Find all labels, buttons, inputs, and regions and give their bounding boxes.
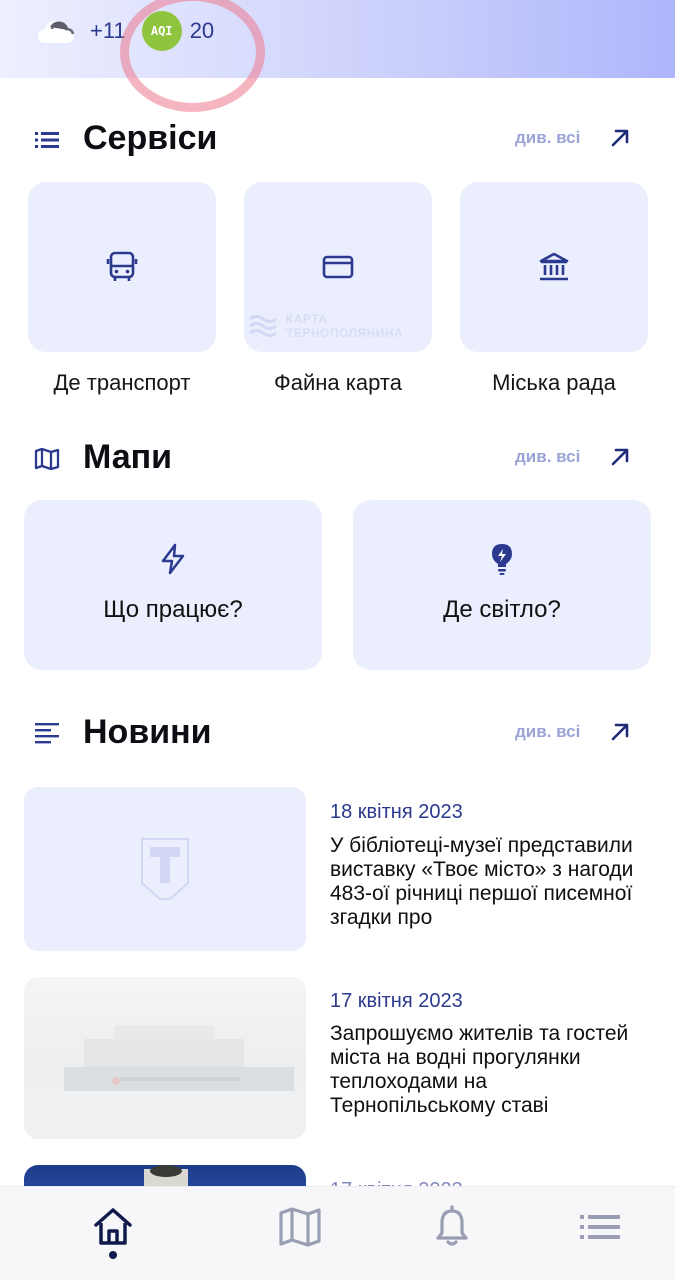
city-logo-icon bbox=[141, 838, 189, 900]
card-icon bbox=[322, 255, 354, 279]
bus-icon bbox=[106, 251, 138, 281]
watermark-line2: ТЕРНОПОЛЯНИНА bbox=[286, 326, 404, 340]
map-label-where-light: Де світло? bbox=[443, 596, 561, 623]
service-tile-city-council[interactable] bbox=[460, 182, 648, 352]
service-label-transport: Де транспорт bbox=[53, 370, 191, 395]
card-watermark: КАРТА ТЕРНОПОЛЯНИНА bbox=[248, 312, 403, 340]
service-label-card: Файна карта bbox=[274, 370, 402, 395]
news-lines-icon bbox=[35, 723, 59, 744]
news-headline[interactable]: Запрошуємо жителів та гостей міста на во… bbox=[330, 1022, 640, 1118]
news-see-all-link[interactable]: див. всі bbox=[515, 722, 580, 742]
news-title: Новини bbox=[83, 713, 212, 751]
services-see-all-link[interactable]: див. всі bbox=[515, 128, 580, 148]
map-tile-what-works[interactable]: Що працює? bbox=[24, 500, 322, 670]
temperature: +11 bbox=[90, 18, 126, 43]
arrow-up-right-icon[interactable] bbox=[608, 720, 632, 744]
lightning-icon bbox=[161, 543, 185, 575]
cloud-icon bbox=[38, 21, 75, 43]
news-date: 18 квітня 2023 bbox=[330, 801, 463, 823]
active-indicator-dot bbox=[109, 1251, 117, 1259]
map-tile-where-light[interactable]: Де світло? bbox=[353, 500, 651, 670]
news-date: 17 квітня 2023 bbox=[330, 990, 463, 1012]
news-image-placeholder[interactable] bbox=[24, 787, 306, 951]
service-label-city-council: Міська рада bbox=[492, 370, 616, 395]
services-title: Сервіси bbox=[83, 119, 218, 157]
weather-header: +11 AQI 20 bbox=[0, 0, 675, 112]
boat-photo-icon bbox=[24, 1025, 306, 1139]
lightbulb-icon bbox=[492, 544, 512, 575]
services-header: Сервіси див. всі bbox=[0, 114, 675, 164]
service-tile-transport[interactable] bbox=[28, 182, 216, 352]
maps-header: Мапи див. всі bbox=[0, 433, 675, 483]
city-hall-icon bbox=[539, 252, 569, 281]
map-icon[interactable] bbox=[278, 1205, 322, 1249]
bottom-navigation bbox=[0, 1186, 675, 1280]
map-label-what-works: Що працює? bbox=[103, 596, 243, 623]
maps-title: Мапи bbox=[83, 438, 173, 476]
news-headline[interactable]: У бібліотеці-музеї представили виставку … bbox=[330, 834, 640, 930]
arrow-up-right-icon[interactable] bbox=[608, 445, 632, 469]
watermark-line1: КАРТА bbox=[286, 312, 328, 326]
weather-widget[interactable]: +11 AQI 20 bbox=[36, 11, 215, 51]
arrow-up-right-icon[interactable] bbox=[608, 126, 632, 150]
wave-logo-icon bbox=[249, 315, 277, 337]
aqi-badge: AQI bbox=[141, 11, 182, 51]
aqi-value: 20 bbox=[189, 18, 215, 43]
aqi-label: AQI bbox=[150, 24, 173, 38]
news-header: Новини див. всі bbox=[0, 708, 675, 758]
map-icon bbox=[34, 447, 60, 471]
news-image-boat[interactable] bbox=[24, 977, 306, 1139]
list-icon[interactable] bbox=[578, 1205, 622, 1249]
bell-icon[interactable] bbox=[430, 1205, 474, 1249]
list-icon bbox=[35, 132, 59, 148]
maps-see-all-link[interactable]: див. всі bbox=[515, 447, 580, 467]
home-icon[interactable] bbox=[91, 1205, 135, 1249]
